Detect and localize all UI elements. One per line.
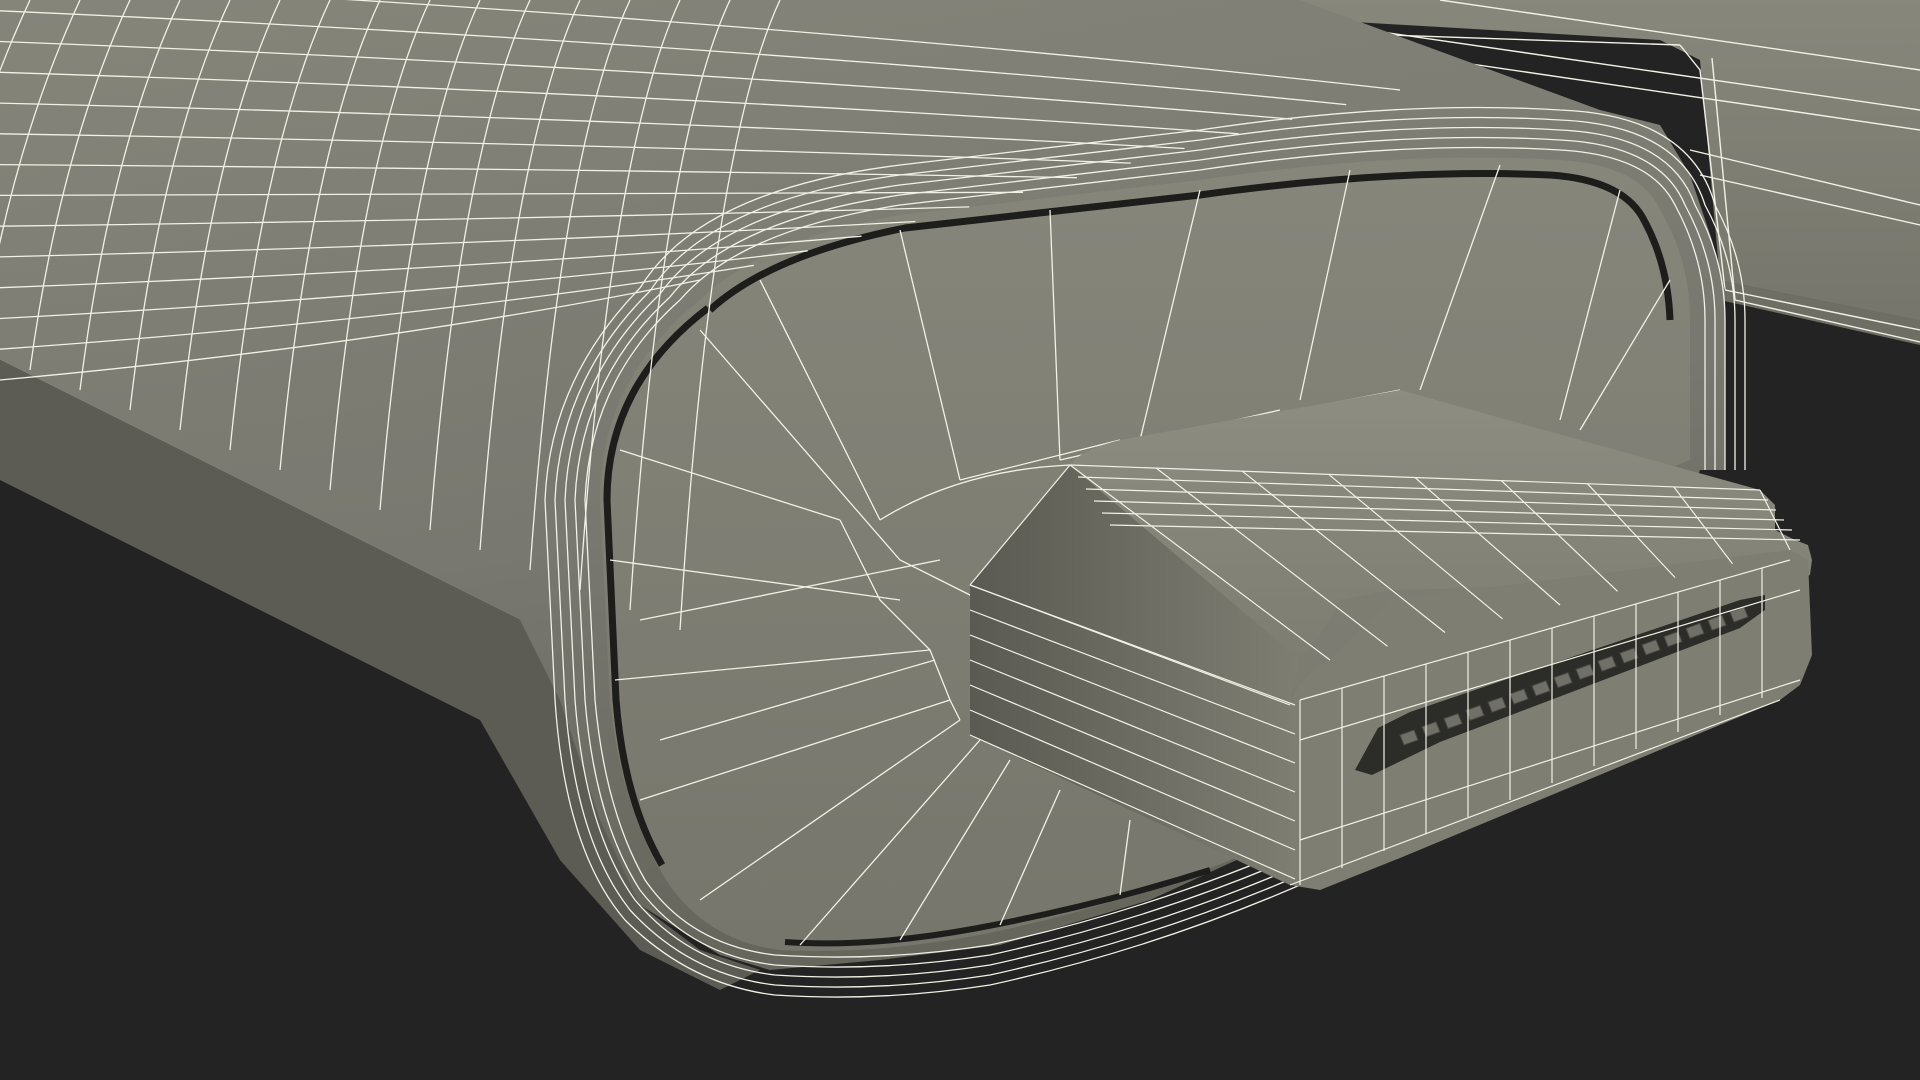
wireframe-scene	[0, 0, 1920, 998]
render-viewport	[0, 0, 1920, 1080]
